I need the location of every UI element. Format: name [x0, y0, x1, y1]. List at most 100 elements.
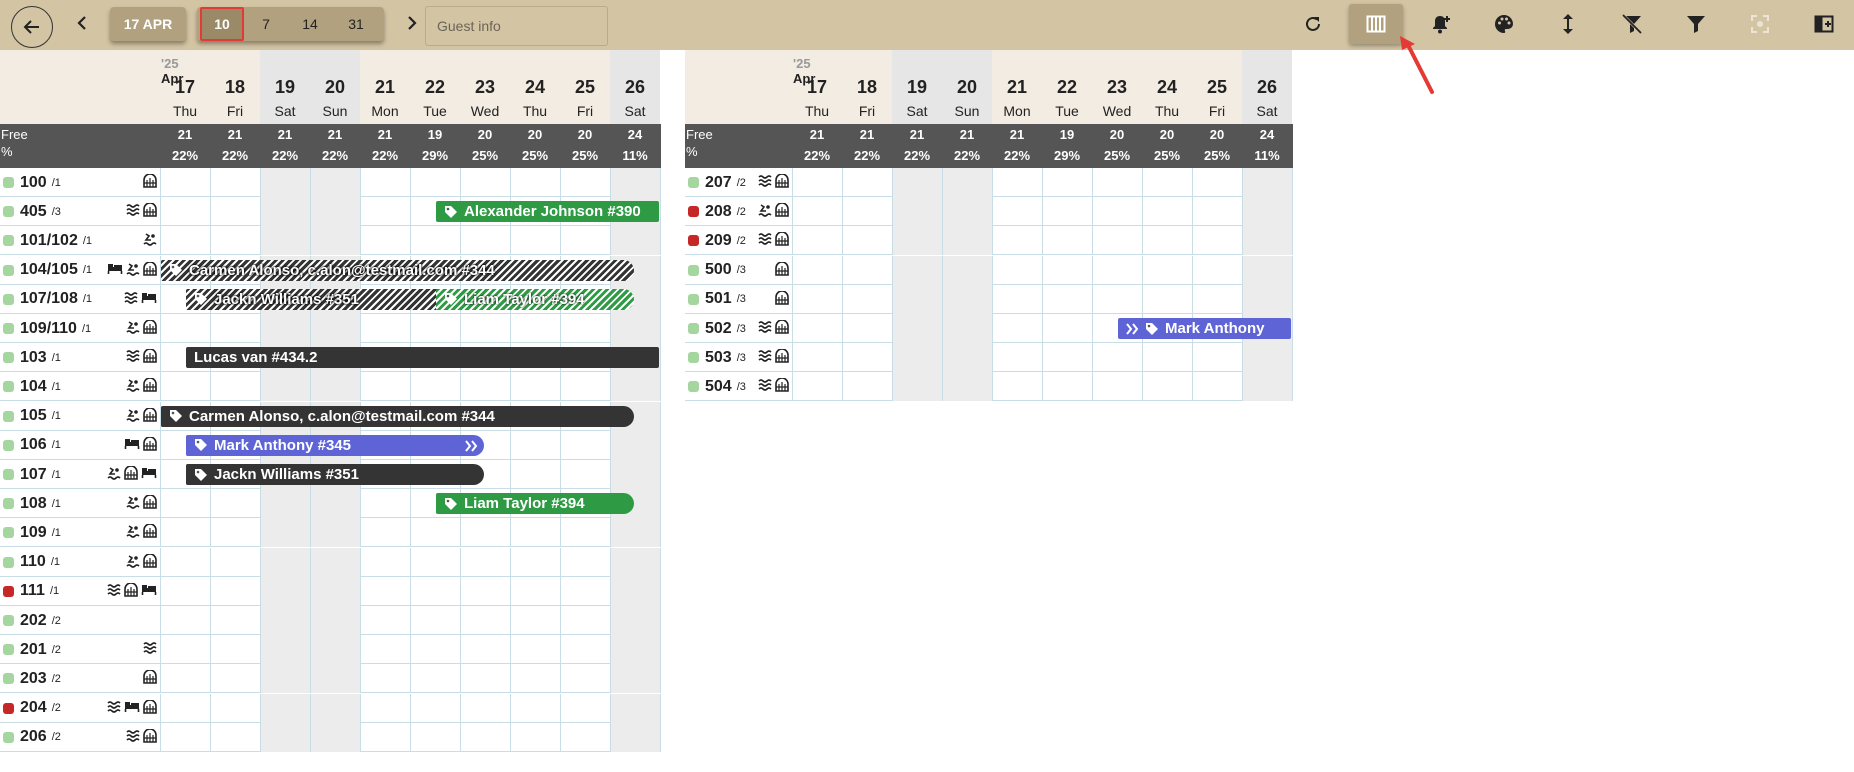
back-button[interactable]: [11, 6, 53, 48]
calendar-cell[interactable]: [892, 372, 942, 402]
calendar-cell[interactable]: [842, 343, 892, 373]
room-label[interactable]: 109/110/1: [0, 314, 160, 343]
calendar-cell[interactable]: [260, 489, 310, 519]
calendar-cell[interactable]: [792, 284, 842, 314]
room-label[interactable]: 203/2: [0, 664, 160, 693]
calendar-cell[interactable]: [260, 722, 310, 752]
calendar-cell[interactable]: [992, 168, 1042, 197]
calendar-cell[interactable]: [792, 372, 842, 402]
day-header-21[interactable]: 21 Mon: [360, 50, 410, 124]
calendar-cell[interactable]: [260, 197, 310, 227]
calendar-cell[interactable]: [510, 168, 560, 197]
calendar-cell[interactable]: [310, 576, 360, 606]
calendar-cell[interactable]: [310, 168, 360, 197]
day-header-26[interactable]: 26 Sat: [1242, 50, 1292, 124]
guest-info-input[interactable]: Guest info: [425, 6, 608, 46]
calendar-cell[interactable]: [1042, 314, 1092, 343]
room-label[interactable]: 502/3: [685, 314, 792, 343]
calendar-cell[interactable]: [1192, 343, 1242, 373]
calendar-cell[interactable]: [460, 168, 510, 197]
calendar-cell[interactable]: [360, 226, 410, 256]
calendar-cell[interactable]: [560, 606, 610, 635]
calendar-cell[interactable]: [610, 722, 660, 752]
calendar-cell[interactable]: [310, 372, 360, 402]
calendar-cell[interactable]: [610, 635, 660, 665]
calendar-cell[interactable]: [410, 693, 460, 723]
calendar-cell[interactable]: [260, 664, 310, 694]
calendar-cell[interactable]: [610, 314, 660, 343]
calendar-cell[interactable]: [460, 635, 510, 665]
calendar-cell[interactable]: [1092, 284, 1142, 314]
day-header-23[interactable]: 23 Wed: [1092, 50, 1142, 124]
calendar-cell[interactable]: [510, 664, 560, 694]
calendar-cell[interactable]: [260, 518, 310, 548]
filter-button[interactable]: [1669, 4, 1723, 44]
calendar-cell[interactable]: [360, 518, 410, 548]
calendar-cell[interactable]: [942, 197, 992, 227]
range-option-14[interactable]: 14: [288, 7, 332, 41]
row-height-button[interactable]: [1541, 4, 1595, 44]
calendar-cell[interactable]: [610, 576, 660, 606]
room-label[interactable]: 105/1: [0, 402, 160, 431]
calendar-cell[interactable]: [410, 372, 460, 402]
calendar-cell[interactable]: [260, 606, 310, 635]
focus-button[interactable]: [1733, 4, 1787, 44]
calendar-cell[interactable]: [210, 168, 260, 197]
calendar-cell[interactable]: [1242, 343, 1292, 373]
calendar-cell[interactable]: [1192, 284, 1242, 314]
calendar-cell[interactable]: [210, 547, 260, 577]
calendar-cell[interactable]: [210, 518, 260, 548]
calendar-cell[interactable]: [992, 255, 1042, 285]
calendar-cell[interactable]: [1142, 197, 1192, 227]
calendar-cell[interactable]: [260, 372, 310, 402]
calendar-cell[interactable]: [1042, 372, 1092, 402]
booking-bar[interactable]: Alexander Johnson #390: [436, 201, 659, 223]
calendar-cell[interactable]: [610, 606, 660, 635]
room-label[interactable]: 501/3: [685, 285, 792, 314]
calendar-cell[interactable]: [992, 343, 1042, 373]
room-label[interactable]: 101/102/1: [0, 226, 160, 255]
calendar-cell[interactable]: [160, 693, 210, 723]
calendar-cell[interactable]: [842, 226, 892, 256]
calendar-cell[interactable]: [460, 518, 510, 548]
calendar-cell[interactable]: [892, 197, 942, 227]
calendar-cell[interactable]: [260, 693, 310, 723]
calendar-cell[interactable]: [842, 255, 892, 285]
calendar-cell[interactable]: [1042, 343, 1092, 373]
calendar-cell[interactable]: [792, 226, 842, 256]
room-label[interactable]: 104/105/1: [0, 256, 160, 285]
calendar-cell[interactable]: [792, 343, 842, 373]
calendar-cell[interactable]: [1192, 197, 1242, 227]
calendar-cell[interactable]: [1242, 284, 1292, 314]
calendar-cell[interactable]: [842, 284, 892, 314]
calendar-cell[interactable]: [510, 576, 560, 606]
calendar-cell[interactable]: [610, 226, 660, 256]
day-header-19[interactable]: 19 Sat: [260, 50, 310, 124]
calendar-cell[interactable]: [792, 197, 842, 227]
calendar-cell[interactable]: [310, 197, 360, 227]
calendar-cell[interactable]: [610, 372, 660, 402]
calendar-cell[interactable]: [260, 635, 310, 665]
calendar-cell[interactable]: [992, 197, 1042, 227]
calendar-cell[interactable]: [360, 168, 410, 197]
calendar-cell[interactable]: [510, 606, 560, 635]
calendar-cell[interactable]: [1092, 372, 1142, 402]
calendar-cell[interactable]: [510, 722, 560, 752]
calendar-cell[interactable]: [842, 197, 892, 227]
booking-bar[interactable]: Carmen Alonso, c.alon@testmail.com #344: [161, 259, 634, 281]
calendar-cell[interactable]: [260, 168, 310, 197]
calendar-cell[interactable]: [1092, 197, 1142, 227]
calendar-cell[interactable]: [1192, 255, 1242, 285]
calendar-cell[interactable]: [160, 518, 210, 548]
calendar-cell[interactable]: [160, 197, 210, 227]
calendar-cell[interactable]: [160, 489, 210, 519]
calendar-cell[interactable]: [560, 168, 610, 197]
calendar-cell[interactable]: [460, 372, 510, 402]
range-option-31[interactable]: 31: [334, 7, 378, 41]
next-button[interactable]: [402, 13, 422, 33]
calendar-cell[interactable]: [1142, 284, 1192, 314]
calendar-cell[interactable]: [560, 226, 610, 256]
calendar-cell[interactable]: [510, 314, 560, 343]
calendar-cell[interactable]: [460, 226, 510, 256]
calendar-cell[interactable]: [160, 226, 210, 256]
